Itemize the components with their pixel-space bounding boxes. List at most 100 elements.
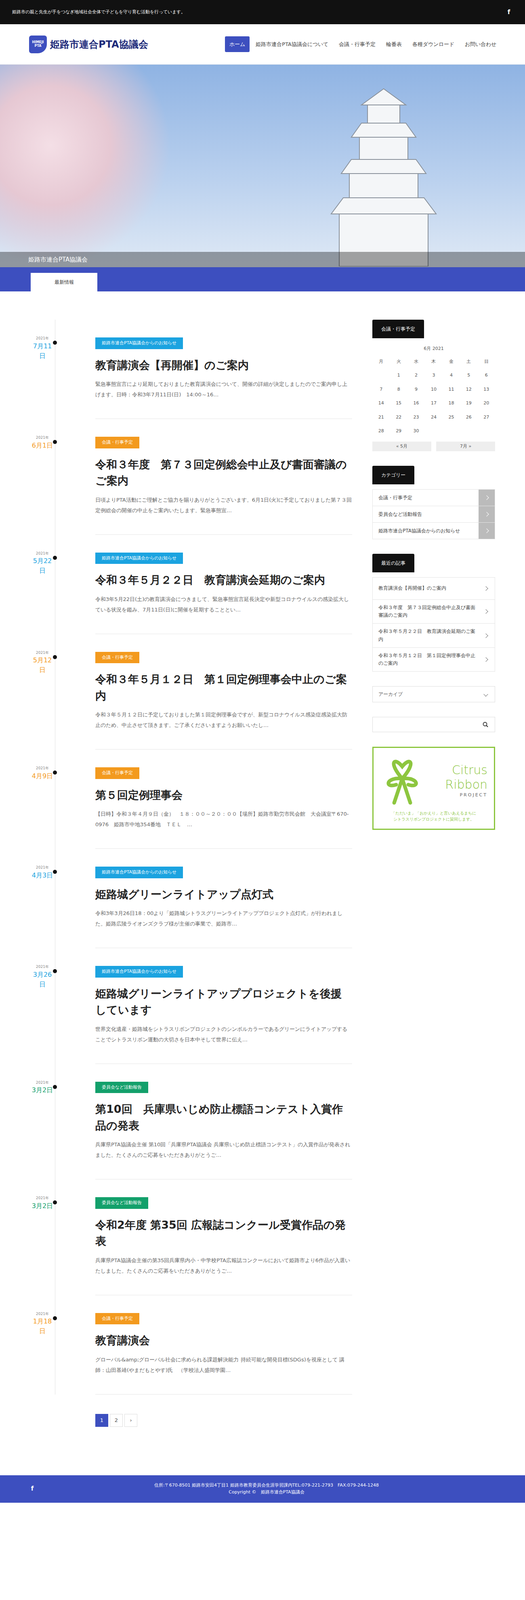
logo-mark-top: HIMEJI — [31, 40, 44, 45]
calendar-day[interactable]: 30 — [407, 424, 425, 439]
nav-item[interactable]: 輪番表 — [381, 36, 407, 53]
calendar-day[interactable]: 23 — [407, 410, 425, 425]
calendar-day[interactable]: 2 — [407, 368, 425, 383]
calendar-day[interactable]: 24 — [424, 410, 443, 425]
category-item[interactable]: 委員会など活動報告 — [372, 506, 496, 523]
calendar-day[interactable]: 4 — [442, 368, 460, 383]
page-button[interactable]: › — [124, 1414, 138, 1428]
calendar-day[interactable]: 20 — [477, 396, 496, 411]
post-title[interactable]: 教育講演会【再開催】のご案内 — [95, 357, 353, 374]
nav-item[interactable]: ホーム — [224, 36, 250, 53]
post-excerpt: 兵庫県PTA協議会主催の第35回兵庫県内小・中学校PTA広報誌コンクールにおいて… — [95, 1255, 353, 1277]
facebook-icon[interactable]: f — [504, 7, 513, 17]
citrus-ribbon-banner[interactable]: CitrusRibbonPROJECT「ただいま」「おかえり」と言いあえるまちに… — [372, 747, 496, 831]
recent-item[interactable]: 令和３年度 第７３回定例総会中止及び書面審議のご案内 — [372, 600, 496, 624]
calendar-day[interactable]: 26 — [459, 410, 478, 425]
page-button[interactable]: 2 — [109, 1414, 123, 1428]
post-title[interactable]: 令和2年度 第35回 広報誌コンクール受賞作品の発表 — [95, 1217, 353, 1251]
category-badge[interactable]: 会議・行事予定 — [95, 436, 140, 449]
post-title[interactable]: 教育講演会 — [95, 1333, 353, 1350]
category-badge[interactable]: 会議・行事予定 — [95, 1313, 140, 1326]
calendar-day[interactable]: 5 — [459, 368, 478, 383]
category-badge[interactable]: 会議・行事予定 — [95, 652, 140, 664]
post-title[interactable]: 第５回定例理事会 — [95, 787, 353, 805]
post-body: 会議・行事予定教育講演会グローバル&amp;グローバル社会に求められる課題解決能… — [95, 1295, 353, 1396]
recent-item[interactable]: 令和３年５月１２日 第１回定例理事会中止のご案内 — [372, 648, 496, 672]
post-item[interactable]: 2021年3月26日姫路市連合PTA協議会からのお知らせ姫路城グリーンライトアッ… — [29, 948, 353, 1065]
category-badge[interactable]: 姫路市連合PTA協議会からのお知らせ — [95, 552, 183, 565]
section-tab[interactable]: 最新情報 — [30, 273, 98, 292]
nav-item[interactable]: 姫路市連合PTA協議会について — [251, 36, 333, 53]
post-item[interactable]: 2021年1月18日会議・行事予定教育講演会グローバル&amp;グローバル社会に… — [29, 1295, 353, 1396]
post-title[interactable]: 令和３年度 第７３回定例総会中止及び書面審議のご案内 — [95, 456, 353, 490]
post-body: 姫路市連合PTA協議会からのお知らせ教育講演会【再開催】のご案内緊急事態宣言によ… — [95, 319, 353, 420]
calendar-day[interactable]: 9 — [407, 382, 425, 397]
calendar-day[interactable]: 19 — [459, 396, 478, 411]
recent-item[interactable]: 令和３年５月２２日 教育講演会延期のご案内 — [372, 623, 496, 648]
search-input[interactable] — [372, 720, 477, 730]
post-date: 2021年5月12日 — [29, 634, 55, 751]
post-title[interactable]: 令和３年５月１２日 第１回定例理事会中止のご案内 — [95, 671, 353, 705]
post-item[interactable]: 2021年4月3日姫路市連合PTA協議会からのお知らせ姫路城グリーンライトアップ… — [29, 849, 353, 949]
calendar-day[interactable]: 22 — [389, 410, 408, 425]
prev-month[interactable]: « 5月 — [372, 441, 432, 452]
post-day: 5月22日 — [29, 556, 55, 576]
post-title[interactable]: 第10回 兵庫県いじめ防止標語コンテスト入賞作品の発表 — [95, 1101, 353, 1135]
calendar-day[interactable]: 15 — [389, 396, 408, 411]
sidebar: 会議・行事予定6月 2021月火水木金土日1234567891011121314… — [372, 319, 496, 1428]
chevron-icon — [483, 657, 488, 662]
calendar-day[interactable]: 28 — [372, 424, 390, 439]
archive-select[interactable]: アーカイブ — [372, 686, 496, 703]
calendar-day[interactable]: 17 — [424, 396, 443, 411]
calendar-day[interactable]: 14 — [372, 396, 390, 411]
post-title[interactable]: 令和３年５月２２日 教育講演会延期のご案内 — [95, 572, 353, 589]
chevron-box — [478, 489, 495, 507]
post-title[interactable]: 姫路城グリーンライトアッププロジェクトを後援しています — [95, 986, 353, 1019]
facebook-icon[interactable]: f — [28, 1484, 37, 1495]
calendar-day[interactable]: 18 — [442, 396, 460, 411]
calendar-day — [459, 424, 478, 439]
calendar-day[interactable]: 29 — [389, 424, 408, 439]
post-item[interactable]: 2021年6月1日会議・行事予定令和３年度 第７３回定例総会中止及び書面審議のご… — [29, 419, 353, 536]
calendar-day[interactable]: 10 — [424, 382, 443, 397]
page-button[interactable]: 1 — [95, 1414, 109, 1428]
next-month[interactable]: 7月 » — [436, 441, 496, 452]
site-footer: f住所:〒670-8501 姫路市安田4丁目1 姫路市教育委員会生涯学習課内TE… — [0, 1476, 525, 1504]
calendar-day[interactable]: 11 — [442, 382, 460, 397]
calendar-day[interactable]: 1 — [389, 368, 408, 383]
calendar-day[interactable]: 12 — [459, 382, 478, 397]
nav-item[interactable]: お問い合わせ — [460, 36, 501, 53]
calendar-day[interactable]: 13 — [477, 382, 496, 397]
category-item[interactable]: 会議・行事予定 — [372, 489, 496, 507]
calendar-day — [372, 368, 390, 383]
category-badge[interactable]: 委員会など活動報告 — [95, 1197, 149, 1210]
category-badge[interactable]: 姫路市連合PTA協議会からのお知らせ — [95, 337, 183, 350]
nav-item[interactable]: 会議・行事予定 — [334, 36, 381, 53]
post-item[interactable]: 2021年3月2日委員会など活動報告第10回 兵庫県いじめ防止標語コンテスト入賞… — [29, 1064, 353, 1181]
calendar-day[interactable]: 3 — [424, 368, 443, 383]
post-title[interactable]: 姫路城グリーンライトアップ点灯式 — [95, 886, 353, 904]
calendar-day[interactable]: 25 — [442, 410, 460, 425]
logo[interactable]: HIMEJIPTA姫路市連合PTA協議会 — [29, 35, 149, 54]
category-item[interactable]: 姫路市連合PTA協議会からのお知らせ — [372, 522, 496, 540]
post-item[interactable]: 2021年3月2日委員会など活動報告令和2年度 第35回 広報誌コンクール受賞作… — [29, 1180, 353, 1296]
recent-item[interactable]: 教育講演会【再開催】のご案内 — [372, 577, 496, 601]
category-badge[interactable]: 会議・行事予定 — [95, 767, 140, 780]
post-item[interactable]: 2021年5月12日 会議・行事予定令和３年５月１２日 第１回定例理事会中止のご案… — [29, 634, 353, 751]
calendar-day[interactable]: 27 — [477, 410, 496, 425]
calendar-day[interactable]: 21 — [372, 410, 390, 425]
calendar-day[interactable]: 16 — [407, 396, 425, 411]
post-item[interactable]: 2021年5月22日姫路市連合PTA協議会からのお知らせ令和３年５月２２日 教育… — [29, 535, 353, 635]
calendar-day[interactable]: 7 — [372, 382, 390, 397]
category-badge[interactable]: 姫路市連合PTA協議会からのお知らせ — [95, 966, 183, 979]
calendar-day[interactable]: 8 — [389, 382, 408, 397]
nav-item[interactable]: 各種ダウンロード — [407, 36, 459, 53]
post-excerpt: 令和3年3月26日18：00より「姫路城シトラスグリーンライトアッププロジェクト… — [95, 908, 353, 930]
post-item[interactable]: 2021年7月11日姫路市連合PTA協議会からのお知らせ教育講演会【再開催】のご… — [29, 319, 353, 420]
calendar-day[interactable]: 6 — [477, 368, 496, 383]
category-badge[interactable]: 委員会など活動報告 — [95, 1082, 149, 1095]
post-excerpt: 【日時】令和３年４月９日（金） １８：００～２０：００【場所】姫路市勤労市民会館… — [95, 809, 353, 831]
category-badge[interactable]: 姫路市連合PTA協議会からのお知らせ — [95, 867, 183, 879]
search-icon[interactable] — [476, 722, 495, 728]
post-item[interactable]: 2021年4月9日会議・行事予定第５回定例理事会【日時】令和３年４月９日（金） … — [29, 749, 353, 850]
